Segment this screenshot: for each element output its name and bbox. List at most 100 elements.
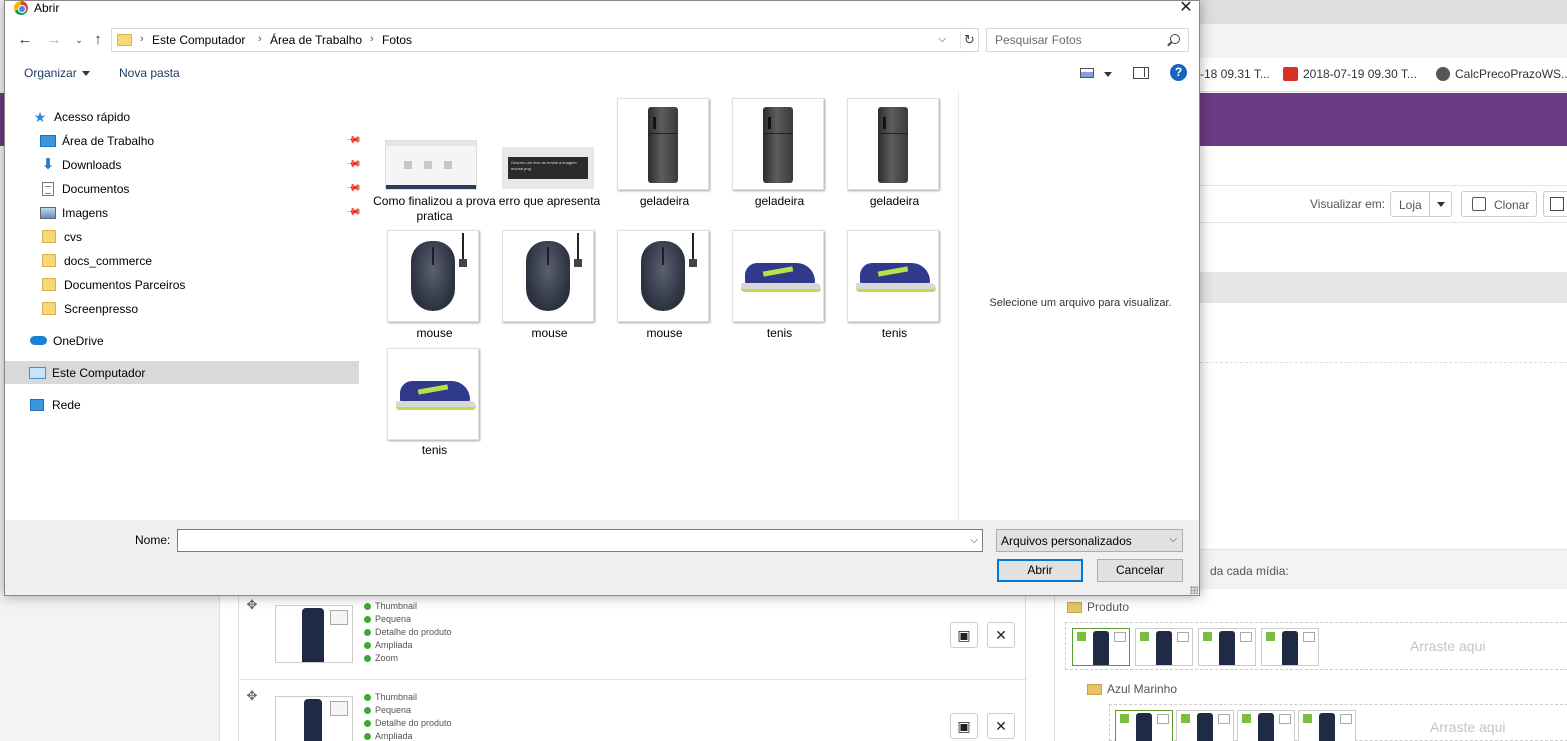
media-drop-zone[interactable]: Arraste aqui [1109,704,1567,741]
mini-thumbnail[interactable] [1298,710,1356,741]
cloud-icon [30,336,47,345]
nav-item-downloads[interactable]: ⬇ Downloads 📌 [5,153,362,176]
pin-icon[interactable]: 📌 [345,156,362,173]
camera-icon[interactable] [1218,714,1230,724]
camera-icon[interactable] [1177,632,1189,642]
help-icon[interactable]: ? [1170,64,1187,81]
nav-item-documentos-parceiros[interactable]: Documentos Parceiros [5,273,359,296]
remove-button[interactable]: ✕ [987,713,1015,739]
camera-icon[interactable] [1303,632,1315,642]
remove-icon[interactable] [1120,714,1129,723]
remove-icon[interactable] [1181,714,1190,723]
media-thumbnail[interactable] [275,696,353,741]
open-button[interactable]: Abrir [997,559,1083,582]
camera-icon[interactable] [1240,632,1252,642]
nav-item-cvs[interactable]: cvs [5,225,359,248]
caret-down-icon[interactable] [1104,72,1112,77]
nav-item-screenpresso[interactable]: Screenpresso [5,297,359,320]
bookmark-item[interactable]: 2018-07-19 09.30 T... [1283,67,1417,81]
model-photo [302,608,324,662]
media-drop-zone[interactable]: Arraste aqui [1065,622,1567,670]
up-arrow-icon[interactable]: ↑ [89,30,107,50]
mini-thumbnail[interactable] [1115,710,1173,741]
cancel-button[interactable]: Cancelar [1097,559,1183,582]
preview-pane-icon[interactable] [1133,67,1149,79]
recent-locations-chevron-icon[interactable]: ⌄ [70,30,88,50]
pin-icon[interactable]: 📌 [345,180,362,197]
remove-icon[interactable] [1242,714,1251,723]
resize-grip-icon[interactable] [1190,586,1198,594]
remove-icon[interactable] [1303,714,1312,723]
mouse-cable [689,233,697,267]
mini-thumbnail[interactable] [1072,628,1130,666]
camera-icon[interactable] [1340,714,1352,724]
nav-item-this-pc[interactable]: Este Computador [5,361,359,384]
camera-icon[interactable] [1114,632,1126,642]
breadcrumb-fotos[interactable]: Fotos [382,33,412,47]
nav-item-pictures[interactable]: Imagens 📌 [5,201,362,224]
chevron-down-icon[interactable]: ⌵ [970,535,978,546]
pictures-icon [40,206,56,219]
chevron-right-icon[interactable]: › [140,33,144,45]
camera-icon[interactable] [330,610,348,625]
remove-icon[interactable] [1077,632,1086,641]
breadcrumb-este-computador[interactable]: Este Computador [152,33,245,47]
breadcrumb-area-de-trabalho[interactable]: Área de Trabalho [270,33,362,47]
image-button[interactable]: ▣ [950,622,978,648]
change-view-icon[interactable] [1080,68,1094,78]
file-name: geladeira [869,194,920,208]
drag-handle-icon[interactable]: ✥ [245,689,259,703]
nav-item-docs-commerce[interactable]: docs_commerce [5,249,359,272]
forward-arrow-icon[interactable]: → [45,30,63,50]
organize-button[interactable]: Organizar [24,66,90,80]
camera-icon[interactable] [1157,714,1169,724]
close-icon[interactable]: ✕ [1171,1,1199,17]
address-bar[interactable]: › Este Computador › Área de Trabalho › F… [111,28,979,52]
search-icon[interactable] [1170,34,1180,44]
mini-thumbnail[interactable] [1237,710,1295,741]
chevron-down-icon[interactable]: ⌵ [938,33,946,46]
pin-icon[interactable]: 📌 [345,132,362,149]
mini-thumbnail[interactable] [1135,628,1193,666]
bookmark-item[interactable]: -18 09.31 T... [1200,67,1270,81]
clone-button[interactable]: Clonar [1461,191,1537,217]
save-button[interactable] [1543,191,1567,217]
file-name-combobox[interactable]: ⌵ [177,529,983,552]
tree-folder-variant[interactable]: Azul Marinho [1087,682,1177,696]
download-arrow-icon: ⬇ [41,155,55,173]
remove-icon[interactable] [1140,632,1149,641]
nav-item-label: Documentos [62,181,130,196]
clone-icon [1472,197,1486,211]
refresh-icon[interactable]: ↻ [960,31,978,49]
chevron-right-icon[interactable]: › [258,33,262,45]
chevron-right-icon[interactable]: › [370,33,374,45]
back-arrow-icon[interactable]: ← [16,30,34,50]
new-folder-button[interactable]: Nova pasta [119,66,180,80]
file-type-select[interactable]: Arquivos personalizados ⌵ [996,529,1183,552]
remove-button[interactable]: ✕ [987,622,1015,648]
image-button[interactable]: ▣ [950,713,978,739]
file-name-input[interactable] [182,533,952,548]
mini-thumbnail[interactable] [1261,628,1319,666]
nav-item-onedrive[interactable]: OneDrive [5,329,359,352]
camera-icon[interactable] [1279,714,1291,724]
nav-item-quick-access[interactable]: ★ Acesso rápido [5,105,359,128]
camera-icon[interactable] [330,701,348,716]
remove-icon[interactable] [1203,632,1212,641]
view-store-select[interactable]: Loja [1390,191,1452,217]
remove-icon[interactable] [1266,632,1275,641]
media-thumbnail[interactable] [275,605,353,663]
search-input[interactable] [995,32,1165,48]
size-list: Thumbnail Pequena Detalhe do produto Amp… [364,600,452,665]
nav-item-documents[interactable]: Documentos 📌 [5,177,362,200]
nav-item-network[interactable]: Rede [5,393,359,416]
nav-item-desktop[interactable]: Área de Trabalho 📌 [5,129,362,152]
bookmark-item[interactable]: CalcPrecoPrazoWS... [1436,67,1567,81]
search-box[interactable] [986,28,1189,52]
pin-icon[interactable]: 📌 [345,204,362,221]
drag-handle-icon[interactable]: ✥ [245,598,259,612]
tree-folder-product[interactable]: Produto [1067,600,1129,614]
size-item: Thumbnail [364,691,452,704]
mini-thumbnail[interactable] [1176,710,1234,741]
mini-thumbnail[interactable] [1198,628,1256,666]
